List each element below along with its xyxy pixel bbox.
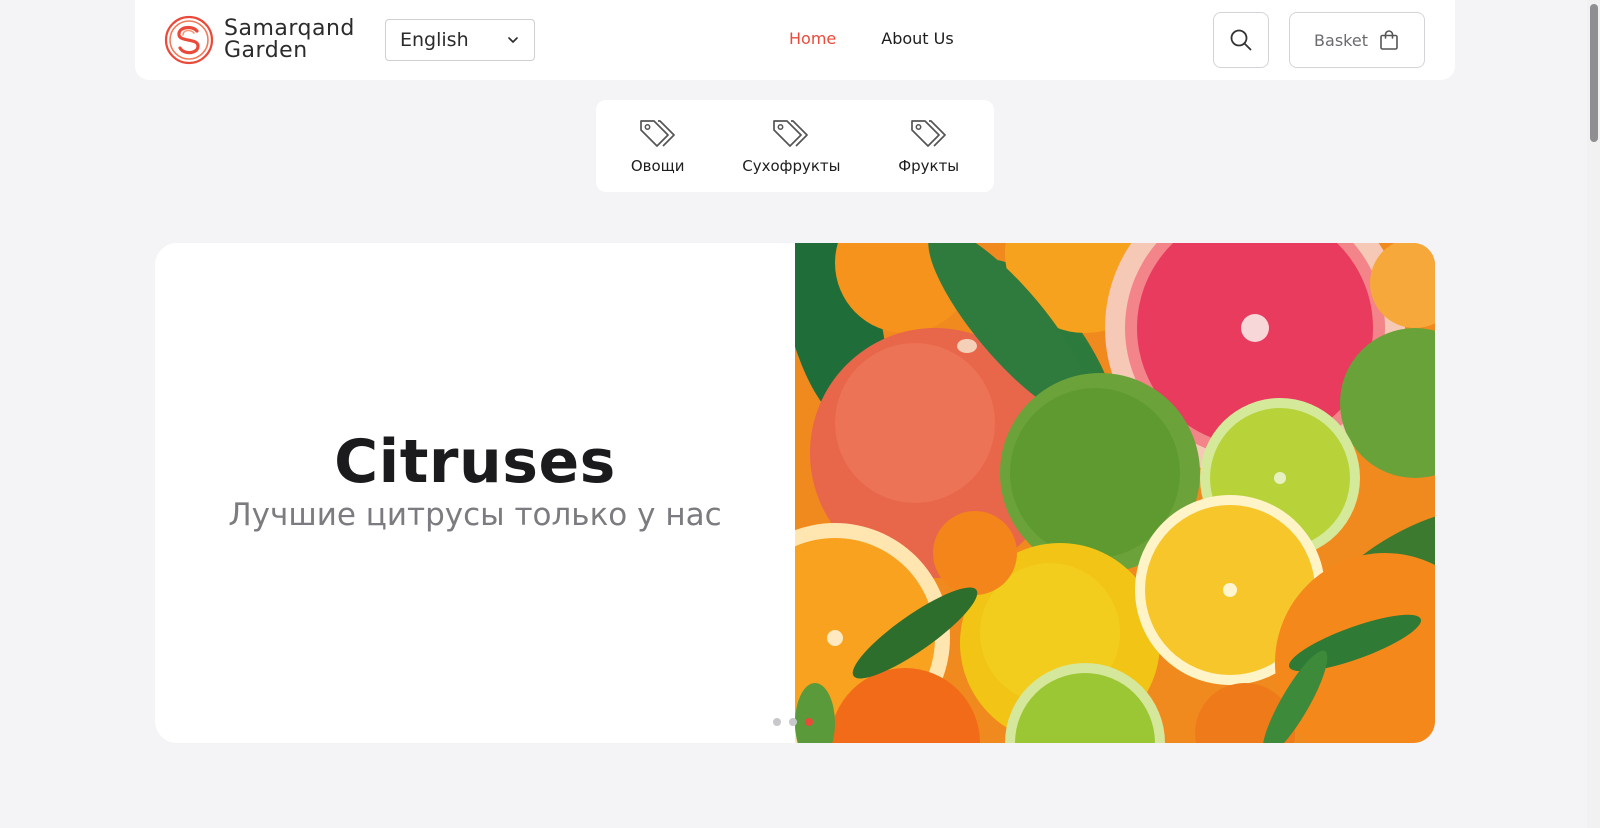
category-item-dried-fruits[interactable]: Сухофрукты	[742, 117, 841, 175]
slider-dot[interactable]	[773, 718, 781, 726]
category-label: Овощи	[630, 157, 685, 175]
category-item-vegetables[interactable]: Овощи	[631, 117, 685, 175]
slider-dot-active[interactable]	[805, 718, 813, 726]
shopping-bag-icon	[1380, 30, 1398, 50]
hero-citrus-image	[795, 243, 1435, 743]
logo[interactable]: Samarqand Garden	[164, 14, 364, 66]
search-button[interactable]	[1213, 12, 1269, 68]
tag-icon	[773, 120, 809, 147]
category-bar: Овощи Сухофрукты Фрукты	[596, 100, 994, 192]
chevron-down-icon	[508, 37, 518, 43]
slider-dots	[773, 718, 813, 726]
slider-dot[interactable]	[789, 718, 797, 726]
main-nav: Home About Us	[789, 29, 954, 48]
hero-text-block: Citruses Лучшие цитрусы только у нас	[155, 243, 795, 743]
category-label: Фрукты	[898, 157, 960, 175]
site-header: Samarqand Garden English Home About Us B…	[135, 0, 1455, 80]
nav-link-home[interactable]: Home	[789, 29, 836, 48]
logo-text: Samarqand Garden	[224, 18, 355, 62]
tag-icon	[639, 120, 675, 147]
logo-mark-icon	[164, 15, 214, 65]
logo-line-1: Samarqand	[224, 16, 355, 41]
logo-line-2: Garden	[224, 38, 308, 63]
nav-link-about-us[interactable]: About Us	[881, 29, 953, 48]
tag-icon	[910, 120, 946, 147]
category-item-fruits[interactable]: Фрукты	[898, 117, 959, 175]
hero-title: Citruses	[334, 427, 616, 497]
hero-subtitle: Лучшие цитрусы только у нас	[228, 497, 722, 533]
category-label: Сухофрукты	[742, 157, 841, 175]
language-select[interactable]: English	[385, 19, 535, 61]
basket-label: Basket	[1314, 30, 1368, 50]
language-selected-value: English	[400, 29, 469, 51]
scrollbar-thumb[interactable]	[1590, 4, 1598, 142]
hero-banner[interactable]: Citruses Лучшие цитрусы только у нас	[155, 243, 1435, 743]
page-scrollbar[interactable]	[1587, 0, 1600, 828]
basket-button[interactable]: Basket	[1289, 12, 1425, 68]
search-icon	[1230, 29, 1252, 51]
